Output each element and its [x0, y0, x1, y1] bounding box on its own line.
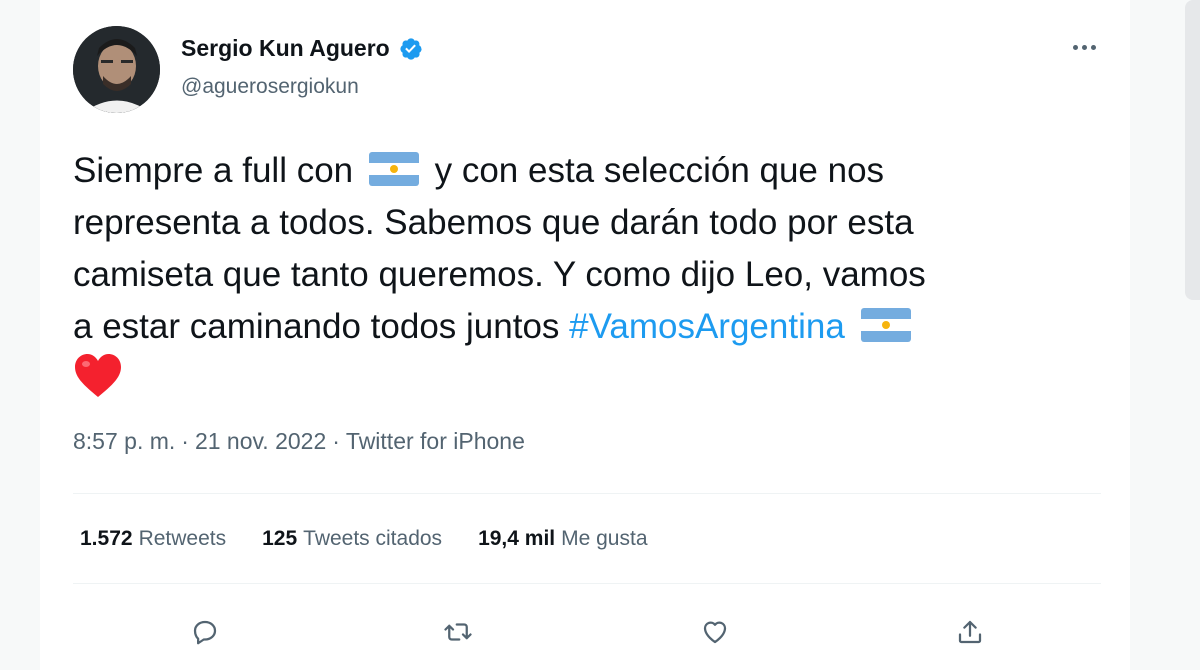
reply-button[interactable]: [185, 612, 225, 652]
retweets-count: 1.572: [80, 527, 133, 550]
quote-tweets-count: 125: [262, 527, 298, 550]
meta-separator: ·: [181, 428, 189, 454]
more-options-icon[interactable]: [1067, 36, 1101, 58]
verified-badge-icon: [400, 38, 422, 60]
like-icon: [703, 621, 727, 644]
tweet-line-4: a estar caminando todos juntos #VamosArg…: [73, 301, 1093, 353]
tweet-text-segment: y con esta selección que nos: [434, 151, 885, 190]
likes-count: 19,4 mil: [478, 527, 556, 550]
tweet-time[interactable]: 8:57 p. m.: [73, 428, 175, 455]
more-dot: [1090, 44, 1096, 50]
tweet-action-bar: [40, 612, 1130, 652]
retweet-button[interactable]: [438, 612, 478, 652]
argentina-flag-emoji-icon: [860, 308, 911, 342]
meta-separator: ·: [332, 428, 340, 454]
like-button[interactable]: [695, 612, 735, 652]
retweet-icon: [444, 623, 472, 641]
retweets-label: Retweets: [138, 527, 227, 550]
tweet-line-5: [73, 353, 1093, 406]
tweet-metadata: 8:57 p. m. · 21 nov. 2022 · Twitter for …: [73, 428, 525, 455]
tweet-line-2: representa a todos. Sabemos que darán to…: [73, 203, 914, 242]
quote-tweets-label: Tweets citados: [303, 527, 443, 550]
hashtag-link[interactable]: #VamosArgentina: [569, 307, 845, 346]
argentina-flag-emoji-icon: [368, 152, 419, 186]
likes-stat[interactable]: 19,4 mil Me gusta: [478, 527, 647, 551]
share-icon: [958, 620, 982, 644]
share-button[interactable]: [950, 612, 990, 652]
user-handle[interactable]: @aguerosergiokun: [181, 75, 359, 99]
tweet-line-1: Siempre a full con y con esta selección …: [73, 145, 1093, 197]
tweet-text: Siempre a full con y con esta selección …: [73, 145, 1093, 406]
user-display-name[interactable]: Sergio Kun Aguero: [181, 35, 423, 62]
reply-icon: [193, 620, 217, 645]
tweet-text-segment: Siempre a full con: [73, 151, 354, 190]
more-dot: [1072, 44, 1078, 50]
divider: [73, 583, 1101, 584]
user-name-text[interactable]: Sergio Kun Aguero: [181, 35, 390, 62]
tweet-text-segment: a estar caminando todos juntos: [73, 307, 560, 346]
quote-tweets-stat[interactable]: 125 Tweets citados: [262, 527, 442, 551]
tweet-line-3: camiseta que tanto queremos. Y como dijo…: [73, 255, 926, 294]
tweet-card: Sergio Kun Aguero @aguerosergiokun Siemp…: [40, 0, 1130, 670]
tweet-stats: 1.572 Retweets 125 Tweets citados 19,4 m…: [80, 527, 648, 551]
red-heart-emoji-icon: [75, 354, 121, 397]
avatar[interactable]: [73, 26, 160, 113]
likes-label: Me gusta: [561, 527, 648, 550]
tweet-date[interactable]: 21 nov. 2022: [195, 428, 326, 455]
retweets-stat[interactable]: 1.572 Retweets: [80, 527, 226, 551]
page-edge-scrollbar[interactable]: [1185, 0, 1200, 300]
tweet-source[interactable]: Twitter for iPhone: [346, 428, 525, 455]
more-dot: [1081, 44, 1087, 50]
divider: [73, 493, 1101, 494]
